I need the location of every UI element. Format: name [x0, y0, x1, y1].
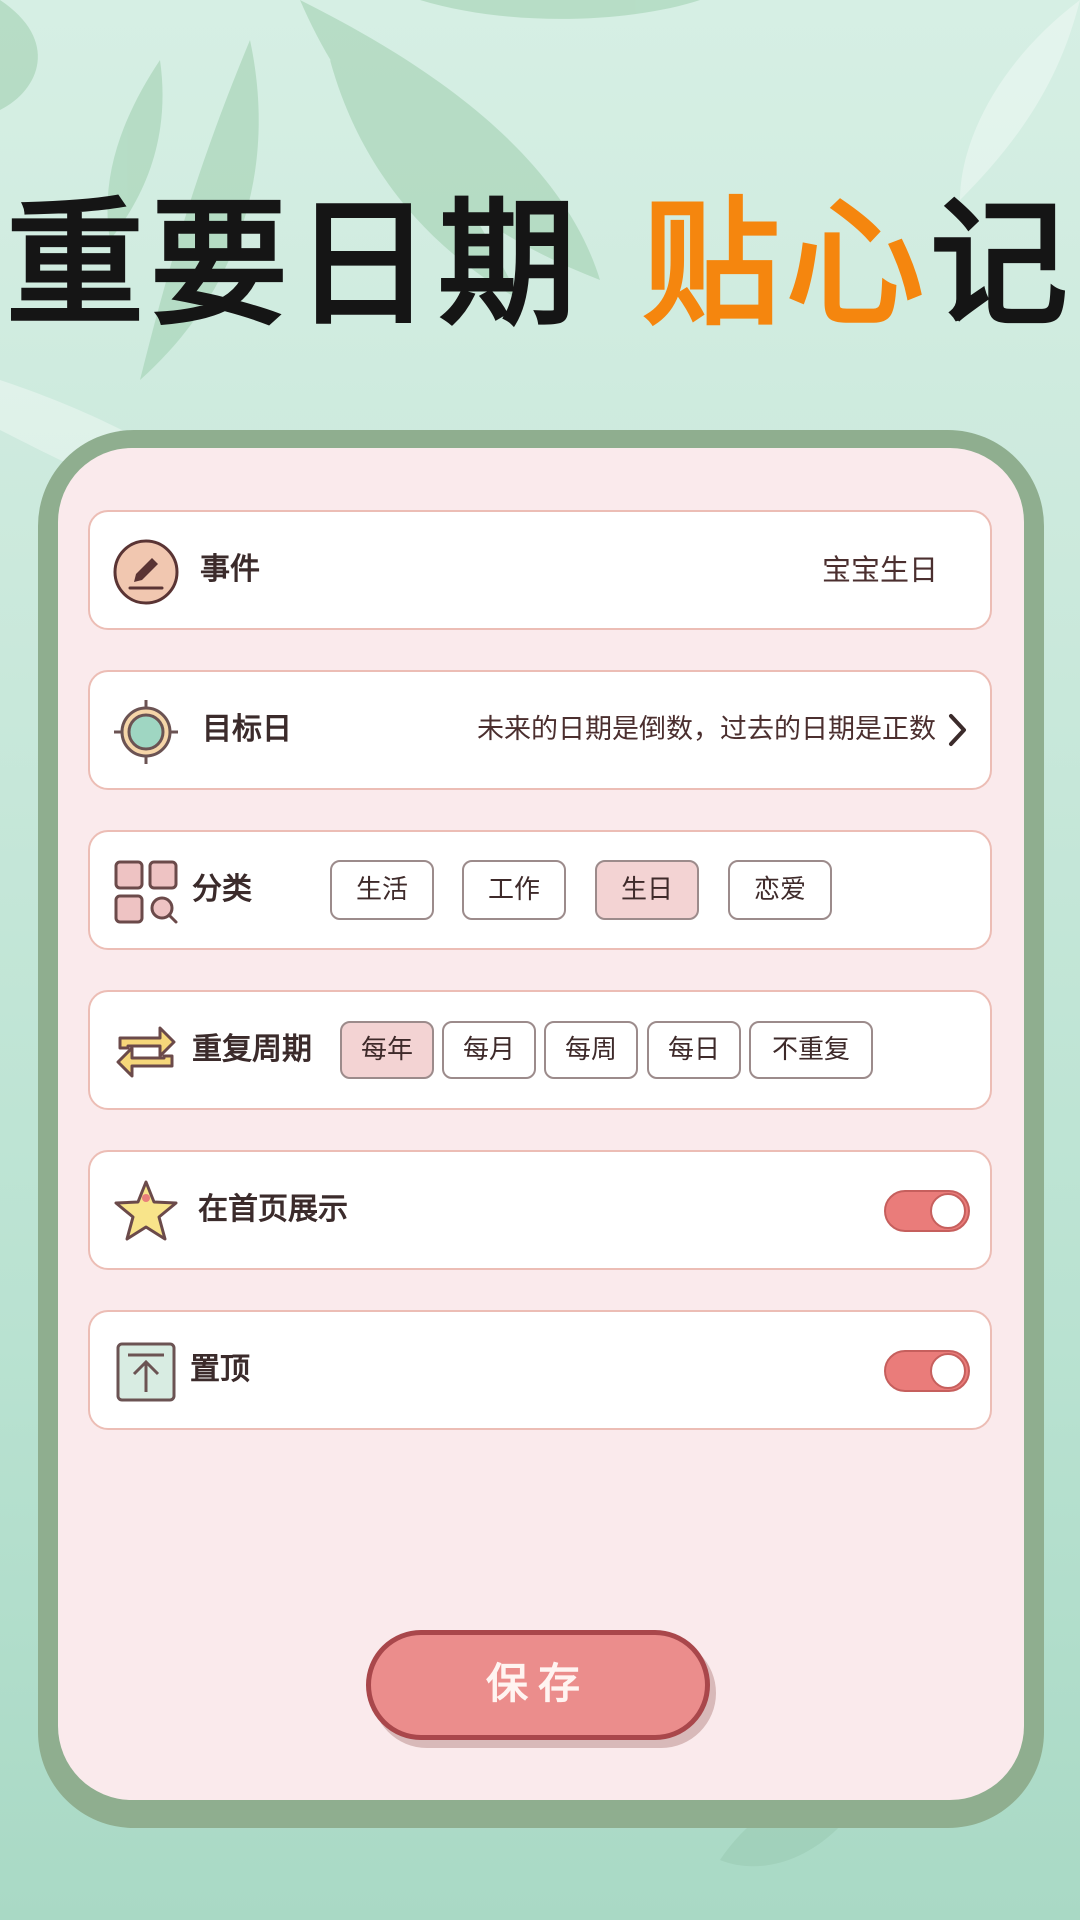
category-chip-work[interactable]: 工作 [462, 860, 566, 920]
category-label: 分类 [192, 872, 252, 907]
repeat-chip-yearly[interactable]: 每年 [340, 1021, 434, 1079]
phone-screen: 事件 宝宝生日 目标日 未来的日期是倒数，过去的日期是正数 分类 生活 工作 生… [58, 448, 1024, 1800]
headline: 重要日期 贴心记 [0, 190, 1080, 340]
event-label: 事件 [200, 552, 260, 587]
repeat-label: 重复周期 [192, 1032, 312, 1067]
target-date-hint: 未来的日期是倒数，过去的日期是正数 [477, 714, 936, 745]
target-date-row[interactable]: 目标日 未来的日期是倒数，过去的日期是正数 [88, 670, 992, 790]
show-home-label: 在首页展示 [198, 1192, 348, 1227]
target-icon [114, 700, 178, 764]
repeat-chip-weekly[interactable]: 每周 [544, 1021, 638, 1079]
repeat-chip-monthly[interactable]: 每月 [442, 1021, 536, 1079]
headline-part-3: 记 [930, 184, 1075, 345]
repeat-chip-daily[interactable]: 每日 [647, 1021, 741, 1079]
show-home-row: 在首页展示 [88, 1150, 992, 1270]
headline-part-1: 重要日期 [5, 184, 582, 345]
category-chip-life[interactable]: 生活 [330, 860, 434, 920]
headline-part-2: 贴心 [641, 184, 930, 345]
pin-top-toggle[interactable] [884, 1350, 970, 1392]
pin-top-icon [116, 1342, 176, 1402]
target-date-label: 目标日 [202, 712, 292, 747]
save-button[interactable]: 保存 [366, 1630, 710, 1740]
star-icon [114, 1180, 178, 1241]
toggle-knob [930, 1193, 966, 1229]
event-value[interactable]: 宝宝生日 [822, 512, 938, 628]
toggle-knob [930, 1353, 966, 1389]
event-row[interactable]: 事件 宝宝生日 [88, 510, 992, 630]
repeat-icon [116, 1026, 176, 1078]
repeat-chip-none[interactable]: 不重复 [749, 1021, 873, 1079]
show-home-toggle[interactable] [884, 1190, 970, 1232]
repeat-row: 重复周期 每年 每月 每周 每日 不重复 [88, 990, 992, 1110]
chevron-right-icon[interactable] [946, 712, 970, 748]
pin-top-label: 置顶 [190, 1352, 250, 1387]
category-chip-birthday[interactable]: 生日 [595, 860, 699, 920]
category-row: 分类 生活 工作 生日 恋爱 [88, 830, 992, 950]
category-grid-icon [114, 860, 178, 924]
pencil-icon [113, 539, 179, 605]
category-chip-love[interactable]: 恋爱 [728, 860, 832, 920]
pin-top-row: 置顶 [88, 1310, 992, 1430]
